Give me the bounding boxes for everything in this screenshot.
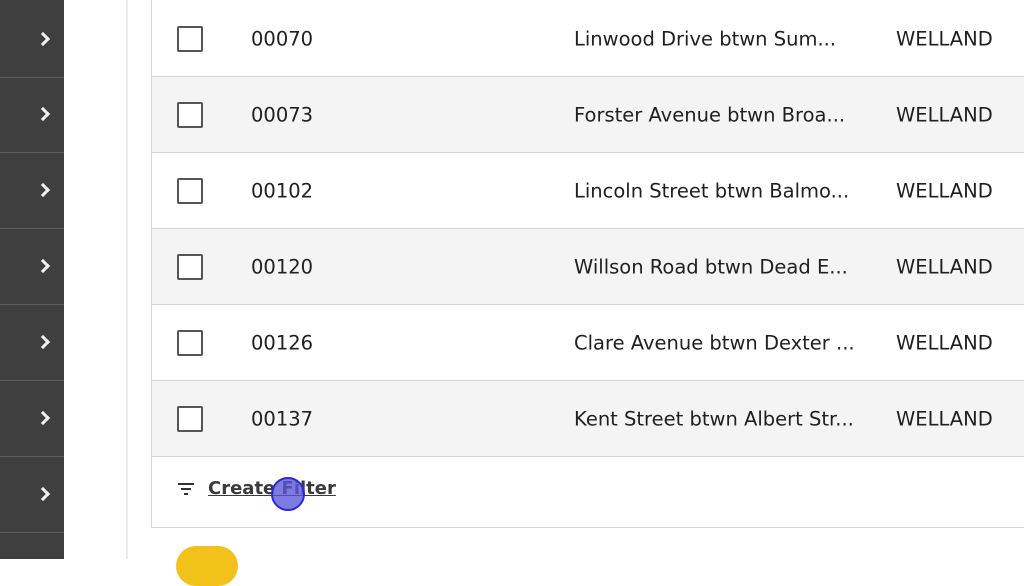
row-id: 00070 xyxy=(251,27,314,50)
sidebar xyxy=(0,0,64,559)
results-table: 00070 Linwood Drive btwn Sum... WELLAND … xyxy=(151,0,1024,528)
table-row: 00137 Kent Street btwn Albert Str... WEL… xyxy=(152,381,1024,457)
row-city: WELLAND xyxy=(896,331,993,354)
row-id: 00126 xyxy=(251,331,314,354)
row-description: Forster Avenue btwn Broa... xyxy=(574,103,846,126)
row-city: WELLAND xyxy=(896,255,993,278)
row-checkbox[interactable] xyxy=(177,253,203,280)
row-city: WELLAND xyxy=(896,179,993,202)
sidebar-item[interactable] xyxy=(0,78,64,153)
chevron-right-icon xyxy=(35,31,51,47)
table-row: 00073 Forster Avenue btwn Broa... WELLAN… xyxy=(152,77,1024,153)
row-checkbox[interactable] xyxy=(177,405,203,432)
chevron-right-icon xyxy=(35,410,51,426)
row-checkbox[interactable] xyxy=(177,101,203,128)
filter-icon xyxy=(178,483,196,497)
row-id: 00073 xyxy=(251,103,314,126)
row-description: Lincoln Street btwn Balmo... xyxy=(574,179,850,202)
row-checkbox[interactable] xyxy=(177,329,203,356)
primary-action-button[interactable] xyxy=(176,546,238,586)
row-id: 00137 xyxy=(251,407,314,430)
row-description: Kent Street btwn Albert Str... xyxy=(574,407,854,430)
panel-divider xyxy=(126,0,128,559)
row-id: 00102 xyxy=(251,179,314,202)
chevron-right-icon xyxy=(35,334,51,350)
chevron-right-icon xyxy=(35,258,51,274)
table-row: 00126 Clare Avenue btwn Dexter ... WELLA… xyxy=(152,305,1024,381)
mouse-cursor-indicator xyxy=(271,477,305,511)
sidebar-item[interactable] xyxy=(0,382,64,457)
table-row: 00102 Lincoln Street btwn Balmo... WELLA… xyxy=(152,153,1024,229)
sidebar-item[interactable] xyxy=(0,230,64,305)
sidebar-item[interactable] xyxy=(0,3,64,78)
row-description: Clare Avenue btwn Dexter ... xyxy=(574,331,855,354)
sidebar-item[interactable] xyxy=(0,458,64,533)
sidebar-item[interactable] xyxy=(0,306,64,381)
row-city: WELLAND xyxy=(896,27,993,50)
row-checkbox[interactable] xyxy=(177,177,203,204)
table-row: 00120 Willson Road btwn Dead E... WELLAN… xyxy=(152,229,1024,305)
sidebar-item[interactable] xyxy=(0,154,64,229)
row-description: Linwood Drive btwn Sum... xyxy=(574,27,837,50)
table-row: 00070 Linwood Drive btwn Sum... WELLAND xyxy=(152,1,1024,77)
chevron-right-icon xyxy=(35,106,51,122)
row-description: Willson Road btwn Dead E... xyxy=(574,255,848,278)
row-city: WELLAND xyxy=(896,103,993,126)
row-city: WELLAND xyxy=(896,407,993,430)
row-id: 00120 xyxy=(251,255,314,278)
row-checkbox[interactable] xyxy=(177,25,203,52)
chevron-right-icon xyxy=(35,486,51,502)
chevron-right-icon xyxy=(35,182,51,198)
